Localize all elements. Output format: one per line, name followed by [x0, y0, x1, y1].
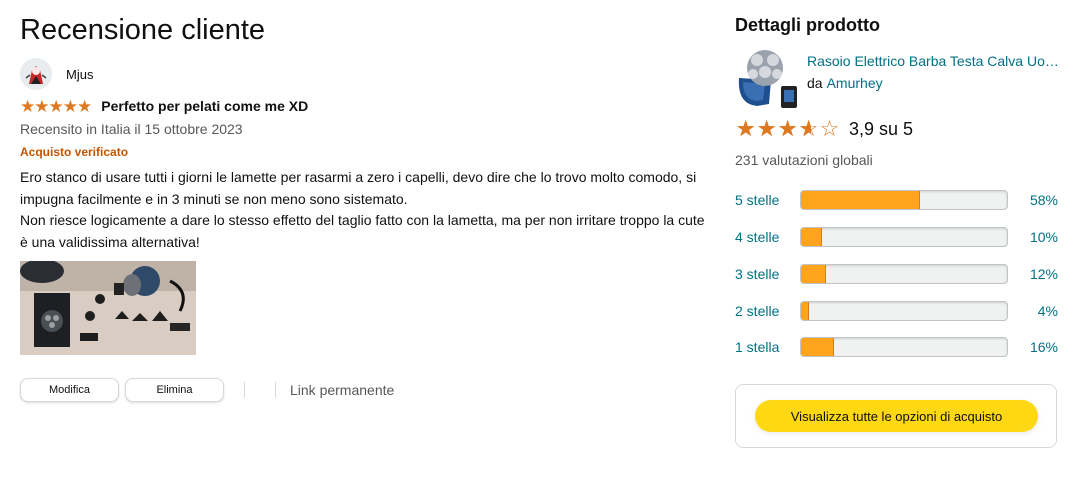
review-actions: Modifica Elimina Link permanente: [20, 378, 394, 402]
histogram-bar-fill: [801, 302, 810, 320]
permalink-link[interactable]: Link permanente: [290, 382, 394, 398]
delete-button[interactable]: Elimina: [125, 378, 224, 402]
avatar[interactable]: [20, 58, 52, 90]
reviewer-profile[interactable]: Mjus: [20, 58, 93, 90]
star-icon: ☆ ★: [777, 116, 798, 141]
histogram-bar[interactable]: [800, 190, 1008, 210]
histogram-percent[interactable]: 4%: [1008, 303, 1058, 319]
histogram-row[interactable]: 1 stella 16%: [735, 336, 1060, 358]
verified-purchase-badge: Acquisto verificato: [20, 145, 129, 159]
histogram-star-label[interactable]: 4 stelle: [735, 229, 800, 245]
star-icon: ★: [77, 96, 92, 116]
reviewer-name[interactable]: Mjus: [66, 67, 93, 82]
histogram-percent[interactable]: 12%: [1008, 266, 1058, 282]
histogram-bar[interactable]: [800, 337, 1008, 357]
histogram-percent[interactable]: 16%: [1008, 339, 1058, 355]
edit-button[interactable]: Modifica: [20, 378, 119, 402]
product-name-link[interactable]: Rasoio Elettrico Barba Testa Calva Uomo: [807, 53, 1060, 69]
star-icon: ★: [34, 96, 49, 116]
star-icon: ☆ ★: [798, 116, 819, 141]
review-title[interactable]: Perfetto per pelati come me XD: [101, 98, 308, 114]
brand-link[interactable]: Amurhey: [827, 75, 883, 91]
histogram-percent[interactable]: 58%: [1008, 192, 1058, 208]
average-rating[interactable]: ☆ ★ ☆ ★ ☆ ★ ☆ ★ ☆ 3,9 su 5: [735, 118, 913, 140]
review-body-paragraph: Non riesce logicamente a dare lo stesso …: [20, 212, 705, 250]
histogram-percent[interactable]: 10%: [1008, 229, 1058, 245]
histogram-row[interactable]: 4 stelle 10%: [735, 226, 1060, 248]
review-date: Recensito in Italia il 15 ottobre 2023: [20, 121, 243, 137]
brand-line: da Amurhey: [807, 75, 883, 91]
review-photo[interactable]: [20, 261, 196, 355]
product-details-heading: Dettagli prodotto: [735, 15, 880, 35]
histogram-bar[interactable]: [800, 301, 1008, 321]
average-star-rating[interactable]: ☆ ★ ☆ ★ ☆ ★ ☆ ★ ☆: [735, 118, 840, 140]
histogram-row[interactable]: 3 stelle 12%: [735, 263, 1060, 285]
review-star-rating[interactable]: ★ ★ ★ ★ ★: [20, 96, 92, 116]
product-image[interactable]: [735, 46, 799, 112]
buy-box: Visualizza tutte le opzioni di acquisto: [735, 384, 1057, 448]
histogram-bar[interactable]: [800, 227, 1008, 247]
histogram-row[interactable]: 5 stelle 58%: [735, 189, 1060, 211]
histogram-bar-fill: [801, 191, 921, 209]
page-title: Recensione cliente: [20, 14, 266, 46]
histogram-bar-fill: [801, 338, 834, 356]
histogram-bar-fill: [801, 228, 822, 246]
histogram-bar-fill: [801, 265, 826, 283]
star-icon: ★: [48, 96, 64, 116]
star-icon: ★: [62, 96, 78, 116]
review-body: Ero stanco di usare tutti i giorni le la…: [20, 167, 710, 253]
histogram-star-label[interactable]: 2 stelle: [735, 303, 800, 319]
divider: [275, 382, 276, 398]
histogram-bar[interactable]: [800, 264, 1008, 284]
star-icon: ☆ ★: [756, 116, 777, 141]
histogram-star-label[interactable]: 3 stelle: [735, 266, 800, 282]
by-prefix: da: [807, 75, 823, 91]
review-body-paragraph: Ero stanco di usare tutti i giorni le la…: [20, 169, 697, 207]
review-rating-line: ★ ★ ★ ★ ★ Perfetto per pelati come me XD: [20, 97, 308, 115]
histogram-star-label[interactable]: 5 stelle: [735, 192, 800, 208]
histogram-star-label[interactable]: 1 stella: [735, 339, 800, 355]
star-icon: ☆ ★: [735, 116, 756, 141]
see-all-buying-options-button[interactable]: Visualizza tutte le opzioni di acquisto: [755, 400, 1038, 432]
global-ratings-count: 231 valutazioni globali: [735, 152, 873, 168]
divider: [244, 382, 245, 398]
star-icon: ★: [20, 96, 35, 116]
average-rating-text: 3,9 su 5: [849, 118, 914, 139]
star-icon: ☆: [819, 116, 840, 141]
histogram-row[interactable]: 2 stelle 4%: [735, 300, 1060, 322]
